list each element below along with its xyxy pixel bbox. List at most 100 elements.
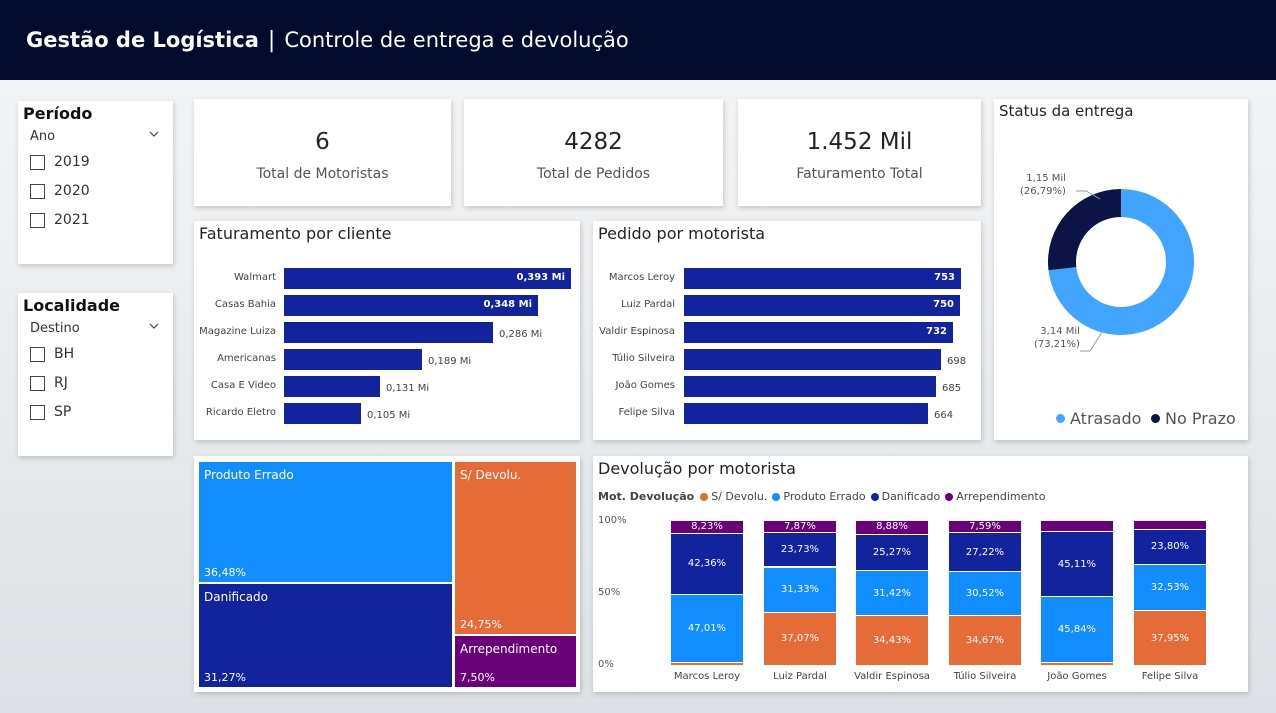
seg-arrependimento[interactable]: 7,59% bbox=[949, 521, 1021, 532]
data-label: 0,393 Mi bbox=[516, 272, 566, 283]
seg-sem-devolucao[interactable]: 34,67% bbox=[949, 615, 1021, 665]
kpi-card-motoristas[interactable]: 6 Total de Motoristas bbox=[194, 99, 451, 206]
devolucao-motorista-chart[interactable]: Devolução por motorista Mot. Devolução S… bbox=[593, 456, 1248, 692]
seg-produto-errado[interactable]: 31,42% bbox=[856, 570, 928, 616]
devolucao-treemap[interactable]: Produto Errado 36,48% Danificado 31,27% … bbox=[194, 456, 580, 692]
checkbox[interactable] bbox=[30, 346, 45, 362]
pedido-bar[interactable] bbox=[684, 403, 928, 424]
seg-sem-devolucao[interactable] bbox=[1041, 662, 1113, 665]
data-label: 45,11% bbox=[1057, 558, 1097, 570]
legend-item-arrependimento[interactable]: Arrependimento bbox=[945, 490, 1045, 503]
seg-arrependimento[interactable]: 8,23% bbox=[671, 521, 743, 533]
periodo-option-2019[interactable]: 2019 bbox=[30, 154, 90, 170]
periodo-option-2020[interactable]: 2020 bbox=[30, 183, 90, 199]
report-title: Gestão de Logística bbox=[26, 28, 259, 52]
localidade-slicer-title: Localidade bbox=[23, 296, 120, 315]
seg-produto-errado[interactable]: 47,01% bbox=[671, 593, 743, 662]
seg-produto-errado[interactable]: 32,53% bbox=[1134, 563, 1206, 611]
faturamento-bar[interactable]: 0,348 Mi bbox=[284, 295, 538, 316]
data-label: 34,43% bbox=[872, 635, 912, 647]
y-axis-label: Casa E Video bbox=[210, 380, 276, 391]
treemap-danificado[interactable]: Danificado 31,27% bbox=[199, 584, 452, 687]
legend-title: Mot. Devolução bbox=[598, 490, 695, 503]
data-label: 42,36% bbox=[687, 558, 727, 570]
seg-arrependimento[interactable]: 8,88% bbox=[856, 521, 928, 534]
data-label: 32,53% bbox=[1150, 581, 1190, 593]
legend-item-produto-errado[interactable]: Produto Errado bbox=[772, 490, 866, 503]
checkbox[interactable] bbox=[30, 404, 45, 420]
treemap-arrependimento[interactable]: Arrependimento 7,50% bbox=[455, 636, 576, 687]
legend-item-sem-devolucao[interactable]: S/ Devolu. bbox=[700, 490, 767, 503]
data-label: 31,42% bbox=[872, 587, 912, 599]
seg-sem-devolucao[interactable]: 37,07% bbox=[764, 611, 836, 665]
seg-danificado[interactable]: 25,27% bbox=[856, 533, 928, 571]
data-label: 664 bbox=[934, 410, 954, 421]
kpi-card-faturamento[interactable]: 1.452 Mil Faturamento Total bbox=[738, 99, 981, 206]
leader-line bbox=[1080, 328, 1105, 352]
localidade-option-bh[interactable]: BH bbox=[30, 346, 74, 362]
faturamento-bar[interactable] bbox=[284, 349, 422, 370]
donut-label-no-prazo: 1,15 Mil (26,79%) bbox=[1020, 173, 1066, 197]
y-axis-label: Luiz Pardal bbox=[621, 299, 675, 310]
data-label: 698 bbox=[947, 356, 967, 367]
pedido-bar[interactable]: 753 bbox=[684, 268, 961, 289]
faturamento-bar[interactable]: 0,393 Mi bbox=[284, 268, 571, 289]
donut-slice-no-prazo[interactable] bbox=[1048, 189, 1121, 271]
pedido-bar[interactable]: 750 bbox=[684, 295, 960, 316]
donut-chart[interactable] bbox=[994, 99, 1248, 440]
legend-dot-no-prazo bbox=[1151, 414, 1160, 423]
seg-danificado[interactable]: 23,73% bbox=[764, 532, 836, 567]
chevron-down-icon[interactable] bbox=[149, 129, 159, 139]
data-label: 45,84% bbox=[1057, 624, 1097, 636]
data-label: 750 bbox=[933, 299, 954, 310]
pedido-bar[interactable]: 732 bbox=[684, 322, 953, 343]
seg-sem-devolucao[interactable] bbox=[671, 661, 743, 665]
faturamento-bar[interactable] bbox=[284, 403, 361, 424]
pedido-bar[interactable] bbox=[684, 376, 936, 397]
seg-sem-devolucao[interactable]: 37,95% bbox=[1134, 610, 1206, 665]
seg-danificado[interactable]: 42,36% bbox=[671, 532, 743, 594]
status-entrega-chart[interactable]: Status da entrega 1,15 Mil (26,79%) 3,14… bbox=[994, 99, 1248, 440]
faturamento-bar[interactable] bbox=[284, 322, 493, 343]
data-label: 37,07% bbox=[780, 633, 820, 645]
seg-danificado[interactable]: 27,22% bbox=[949, 531, 1021, 572]
faturamento-bar[interactable] bbox=[284, 376, 380, 397]
seg-arrependimento[interactable]: 7,87% bbox=[764, 521, 836, 533]
data-label: 0,286 Mi bbox=[499, 329, 543, 340]
checkbox[interactable] bbox=[30, 212, 45, 228]
legend-no-prazo[interactable]: No Prazo bbox=[1151, 409, 1236, 428]
checkbox[interactable] bbox=[30, 183, 45, 199]
data-label: 25,27% bbox=[872, 546, 912, 558]
legend-dot-atrasado bbox=[1056, 414, 1065, 423]
periodo-option-2021[interactable]: 2021 bbox=[30, 212, 90, 228]
seg-produto-errado[interactable]: 45,84% bbox=[1041, 596, 1113, 663]
data-label: 685 bbox=[942, 383, 962, 394]
data-label: 27,22% bbox=[965, 546, 1005, 558]
treemap-sem-devolucao[interactable]: S/ Devolu. 24,75% bbox=[455, 462, 576, 634]
localidade-option-rj[interactable]: RJ bbox=[30, 375, 68, 391]
localidade-option-sp[interactable]: SP bbox=[30, 404, 71, 420]
chevron-down-icon[interactable] bbox=[149, 321, 159, 331]
kpi-card-pedidos[interactable]: 4282 Total de Pedidos bbox=[464, 99, 723, 206]
seg-produto-errado[interactable]: 31,33% bbox=[764, 566, 836, 612]
legend-item-danificado[interactable]: Danificado bbox=[870, 490, 940, 503]
seg-danificado[interactable]: 45,11% bbox=[1041, 531, 1113, 597]
seg-danificado[interactable]: 23,80% bbox=[1134, 529, 1206, 564]
seg-arrependimento[interactable] bbox=[1134, 521, 1206, 530]
y-axis-label: Valdir Espinosa bbox=[599, 326, 675, 337]
y-axis-label: Túlio Silveira bbox=[612, 353, 675, 364]
data-label: 7,59% bbox=[969, 521, 1001, 532]
treemap-produto-errado[interactable]: Produto Errado 36,48% bbox=[199, 462, 452, 582]
faturamento-cliente-chart[interactable]: Faturamento por cliente Walmart 0,393 Mi C… bbox=[194, 221, 580, 440]
seg-sem-devolucao[interactable]: 34,43% bbox=[856, 615, 928, 665]
seg-produto-errado[interactable]: 30,52% bbox=[949, 571, 1021, 616]
legend-atrasado[interactable]: Atrasado bbox=[1056, 409, 1141, 428]
pedido-bar[interactable] bbox=[684, 349, 941, 370]
data-label: 7,87% bbox=[784, 521, 816, 532]
kpi-value: 6 bbox=[315, 129, 330, 155]
checkbox[interactable] bbox=[30, 375, 45, 391]
y-axis-label: Casas Bahia bbox=[214, 299, 276, 310]
pedido-motorista-chart[interactable]: Pedido por motorista Marcos Leroy 753 Luiz… bbox=[593, 221, 981, 440]
checkbox[interactable] bbox=[30, 154, 45, 170]
seg-arrependimento[interactable] bbox=[1041, 521, 1113, 532]
